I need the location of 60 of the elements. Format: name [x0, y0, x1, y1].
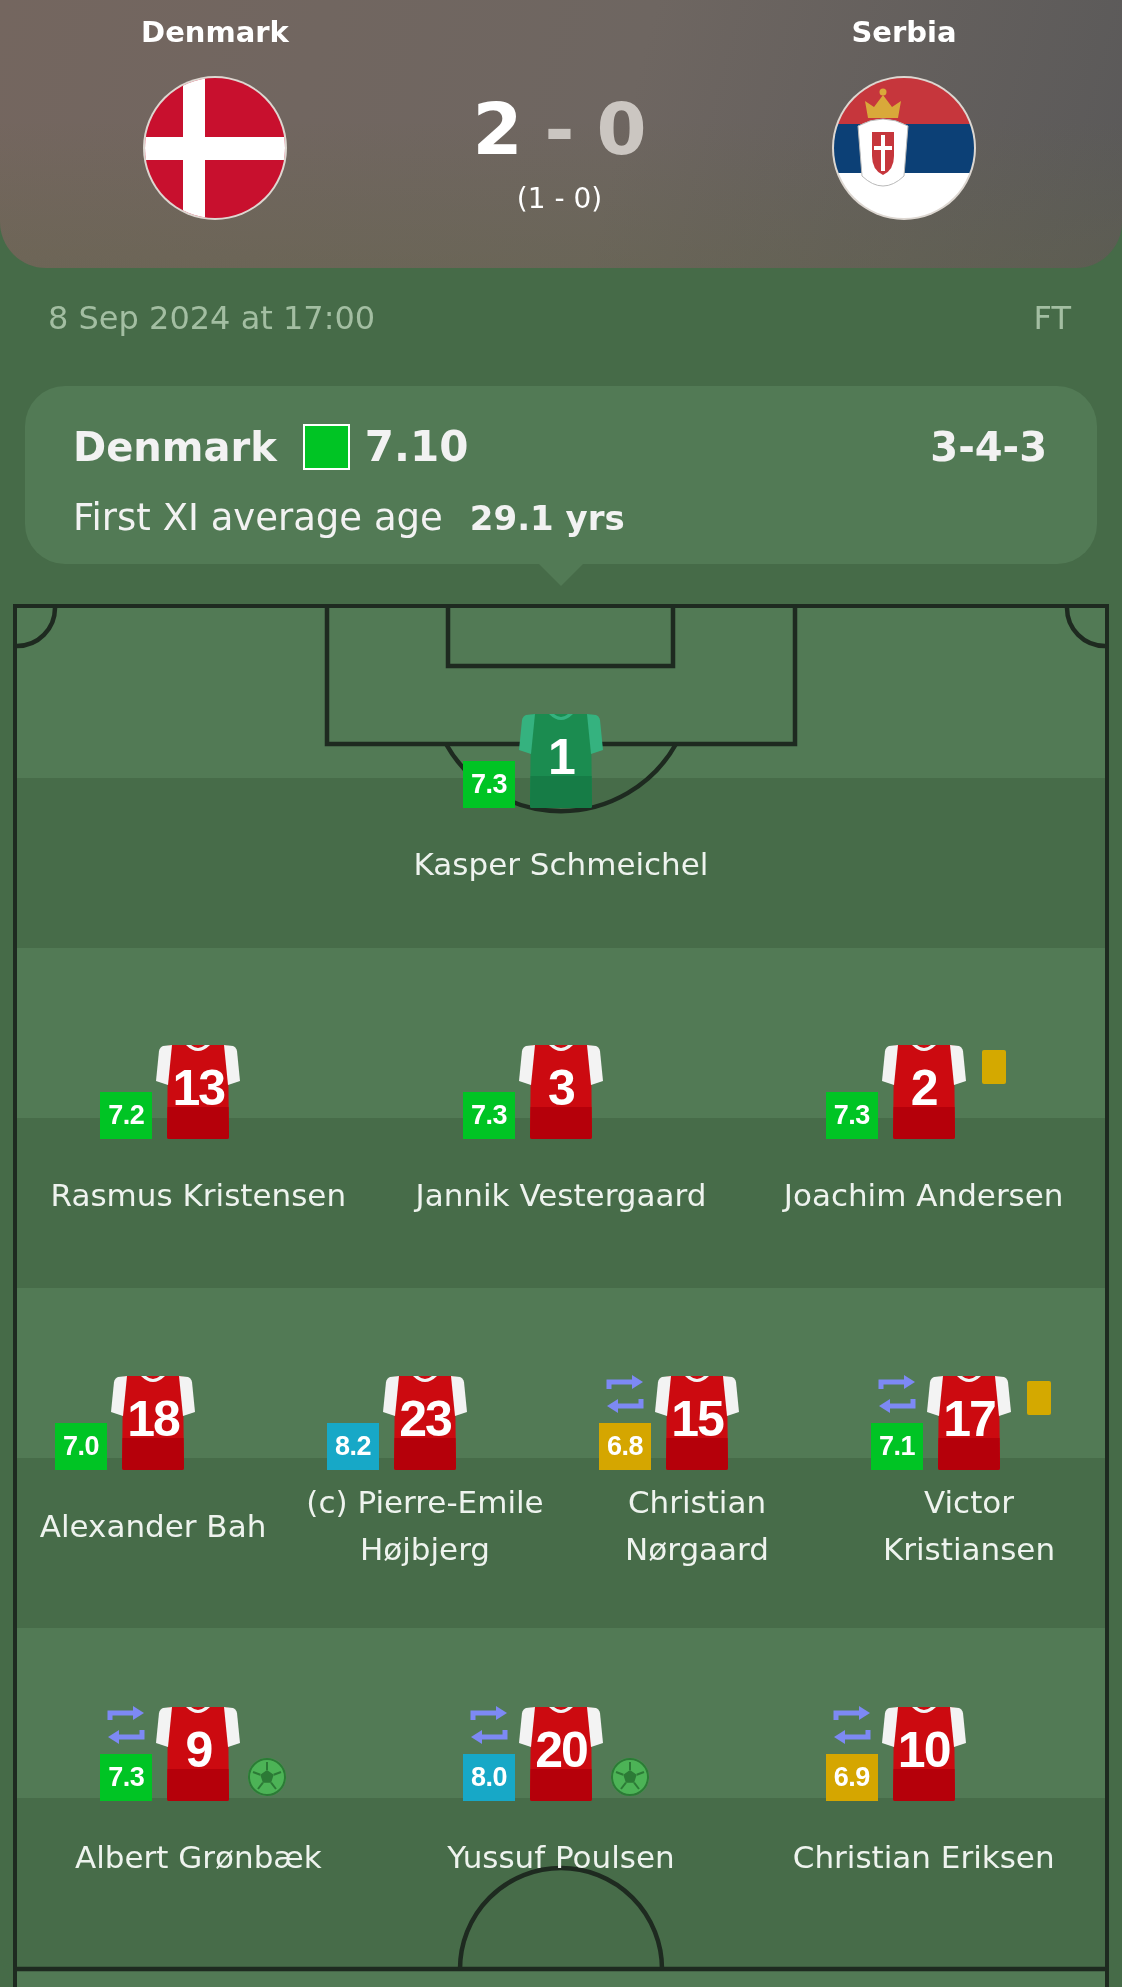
team-rating: 7.10 — [364, 422, 469, 472]
corner-arc — [17, 608, 58, 649]
jersey-number: 3 — [548, 1063, 574, 1113]
jersey-icon — [519, 714, 603, 808]
player-name: Victor Kristiansen — [881, 1483, 1057, 1569]
player-name: Christian Nørgaard — [624, 1483, 770, 1569]
player-name: Rasmus Kristensen — [50, 1175, 347, 1215]
player-name: Jannik Vestergaard — [415, 1175, 707, 1215]
jersey-icon — [519, 1045, 603, 1139]
jersey-icon — [519, 1707, 603, 1801]
jersey-number: 18 — [127, 1394, 179, 1444]
jersey-number: 17 — [943, 1394, 995, 1444]
jersey-icon — [655, 1376, 739, 1470]
rating-badge: 7.3 — [463, 761, 515, 808]
jersey-number: 15 — [671, 1394, 723, 1444]
jersey-number: 13 — [172, 1063, 225, 1113]
player-name: Alexander Bah — [39, 1506, 267, 1546]
player-name: (c) Pierre-Emile Højbjerg — [305, 1483, 545, 1569]
rating-badge: 8.2 — [327, 1423, 379, 1470]
rating-badge: 7.3 — [463, 1092, 515, 1139]
player-name: Joachim Andersen — [783, 1175, 1064, 1215]
team-name: Denmark — [73, 423, 277, 472]
match-status: FT — [1033, 298, 1071, 338]
jersey-number: 1 — [548, 732, 574, 782]
jersey-icon — [881, 1707, 966, 1801]
jersey-icon — [156, 1045, 241, 1139]
jersey-icon — [156, 1707, 241, 1801]
corner-arc — [1064, 608, 1105, 649]
age-value: 29.1 yrs — [469, 497, 625, 540]
halftime-score: (1 - 0) — [516, 181, 603, 217]
rating-badge: 7.0 — [55, 1423, 107, 1470]
match-date: 8 Sep 2024 at 17:00 — [48, 298, 376, 338]
home-score: 2 — [472, 89, 523, 169]
rating-badge: 6.8 — [599, 1423, 651, 1470]
away-score: 0 — [596, 89, 647, 169]
jersey-icon — [383, 1376, 467, 1470]
player-name: Albert Grønbæk — [74, 1837, 322, 1877]
jersey-icon — [927, 1376, 1011, 1470]
jersey-number: 20 — [535, 1725, 587, 1775]
score-separator: - — [544, 89, 575, 169]
rating-badge: 7.3 — [100, 1754, 153, 1801]
age-label: First XI average age — [73, 495, 443, 541]
team-name: Serbia — [851, 14, 957, 51]
rating-badge: 8.0 — [463, 1754, 515, 1801]
jersey-icon — [111, 1376, 195, 1470]
player-name: Christian Eriksen — [792, 1837, 1055, 1877]
rating-badge: 6.9 — [825, 1754, 878, 1801]
rating-badge: 7.2 — [100, 1092, 153, 1139]
formation: 3-4-3 — [930, 423, 1047, 472]
jersey-icon — [881, 1045, 966, 1139]
jersey-number: 9 — [185, 1725, 212, 1775]
team-name: Denmark — [141, 14, 289, 51]
serbia-flag-icon — [832, 76, 976, 220]
jersey-number: 10 — [897, 1725, 950, 1775]
rating-badge: 7.3 — [825, 1092, 878, 1139]
rating-badge: 7.1 — [871, 1423, 923, 1470]
player-name: Kasper Schmeichel — [413, 844, 709, 884]
player-name: Yussuf Poulsen — [447, 1837, 675, 1877]
jersey-number: 2 — [910, 1063, 937, 1113]
jersey-number: 23 — [399, 1394, 451, 1444]
